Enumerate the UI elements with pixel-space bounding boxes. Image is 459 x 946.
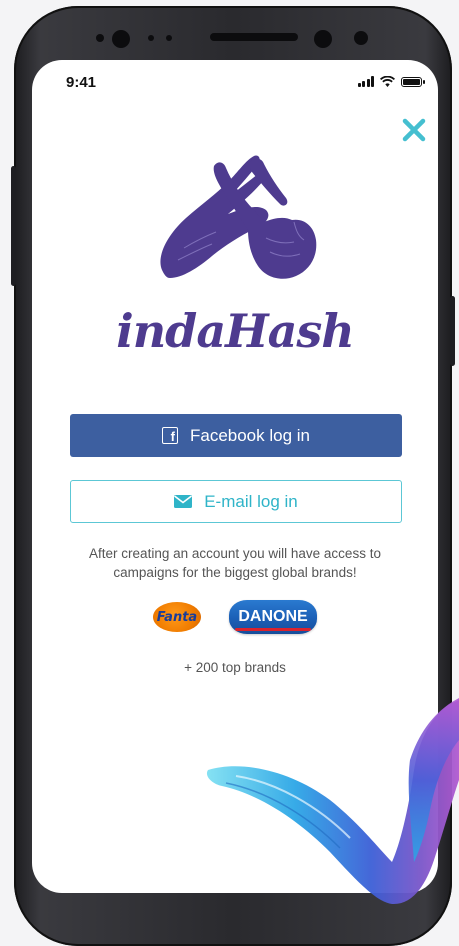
- brand-logo: indaHash: [116, 304, 355, 358]
- close-icon[interactable]: [400, 116, 428, 144]
- envelope-icon: [174, 495, 193, 508]
- front-camera: [96, 34, 104, 42]
- crossed-fingers-hands-icon: [160, 155, 317, 279]
- iris-sensor: [166, 35, 172, 41]
- selfie-camera: [314, 30, 332, 48]
- info-text: After creating an account you will have …: [89, 546, 381, 580]
- fanta-logo: Fanta: [153, 602, 201, 632]
- volume-button: [11, 166, 16, 286]
- facebook-icon: f: [161, 427, 178, 444]
- battery-icon: [401, 76, 425, 87]
- facebook-login-label: Facebook log in: [189, 425, 311, 445]
- power-button: [450, 296, 455, 366]
- signal-icon: [357, 76, 374, 87]
- flash-sensor: [354, 31, 368, 45]
- brand-logos: Fanta DANONE: [32, 600, 438, 634]
- status-icons: [357, 76, 425, 87]
- wifi-icon: [380, 76, 395, 87]
- status-time: 9:41: [66, 74, 97, 91]
- danone-logo: DANONE: [229, 600, 317, 634]
- email-login-label: E-mail log in: [204, 491, 298, 511]
- proximity-sensor: [112, 30, 130, 48]
- more-brands-text: + 200 top brands: [184, 660, 286, 675]
- ambient-sensor: [148, 35, 154, 41]
- facebook-login-button[interactable]: f Facebook log in: [70, 414, 402, 457]
- app-screen: 9:41 indaHash f Facebook log in E-mail l…: [32, 60, 438, 893]
- email-login-button[interactable]: E-mail log in: [70, 480, 402, 523]
- earpiece-speaker: [210, 33, 298, 41]
